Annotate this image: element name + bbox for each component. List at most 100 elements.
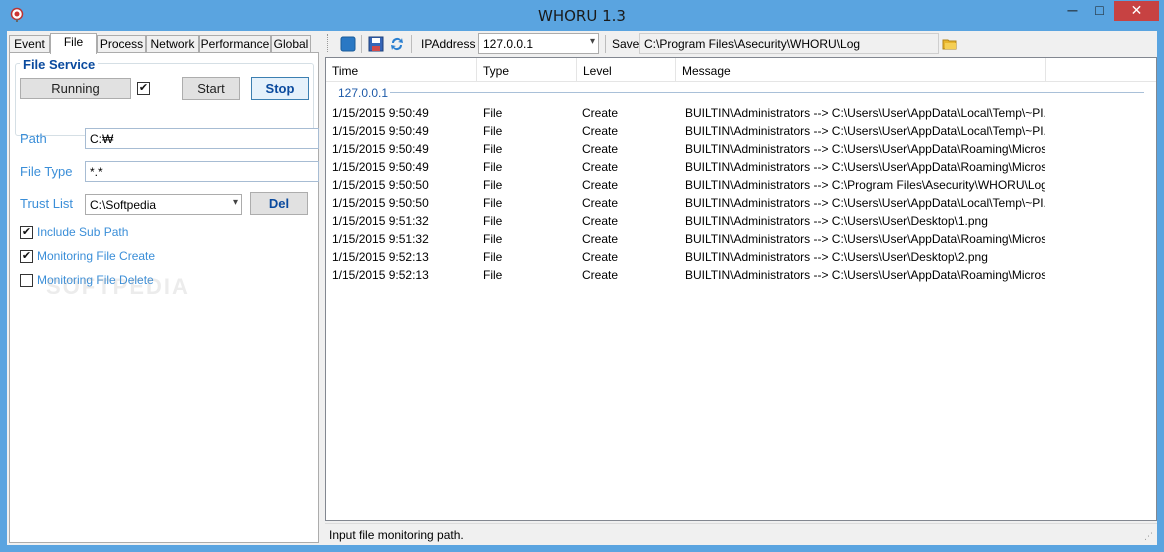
level-cell: Create [582,124,619,138]
stop-button[interactable]: Stop [251,77,309,100]
column-header-time[interactable]: Time [326,58,477,82]
status-bar: Input file monitoring path. ⋰ [325,523,1157,545]
level-cell: Create [582,268,619,282]
toolbar-separator [605,35,606,53]
maximize-button[interactable]: □ [1086,1,1113,21]
column-header-type[interactable]: Type [477,58,577,82]
save-disk-icon[interactable] [368,36,384,52]
table-row[interactable]: 1/15/2015 9:52:13 File Create BUILTIN\Admin… [326,248,1156,266]
time-cell: 1/15/2015 9:50:49 [332,106,429,120]
tab-event[interactable]: Event [9,35,50,53]
log-list-view[interactable]: Time Type Level Message 127.0.0.1 1/15/2… [325,57,1157,521]
type-cell: File [483,214,503,228]
time-cell: 1/15/2015 9:52:13 [332,268,429,282]
file-tab-page: File Service Running ✔ Start Stop Path C… [9,52,319,543]
include-sub-path-checkbox[interactable]: ✔ [20,226,33,239]
tab-process[interactable]: Process [97,35,146,53]
tab-global[interactable]: Global [271,35,311,53]
close-button[interactable]: ✕ [1114,1,1159,21]
stop-square-icon[interactable] [340,36,356,52]
softpedia-watermark: SOFTPEDIA [46,274,190,299]
column-header-level[interactable]: Level [577,58,676,82]
folder-open-icon[interactable] [942,36,958,52]
level-cell: Create [582,142,619,156]
right-panel: IPAddress 127.0.0.1 ▾ Save C:\Program Fi… [325,31,1157,545]
time-cell: 1/15/2015 9:50:49 [332,160,429,174]
table-row[interactable]: 1/15/2015 9:50:50 File Create BUILTIN\Admin… [326,176,1156,194]
tab-network[interactable]: Network [146,35,199,53]
file-service-title: File Service [20,57,99,72]
level-cell: Create [582,160,619,174]
message-cell: BUILTIN\Administrators --> C:\Users\User… [685,232,1045,246]
ip-address-label: IPAddress [421,37,476,51]
time-cell: 1/15/2015 9:50:50 [332,196,429,210]
save-path-field[interactable]: C:\Program Files\Asecurity\WHORU\Log [639,33,939,54]
trust-list-value: C:\Softpedia [90,198,157,212]
client-area: Event File Process Network Performance G… [7,31,1157,545]
type-cell: File [483,232,503,246]
table-row[interactable]: 1/15/2015 9:50:49 File Create BUILTIN\Admin… [326,104,1156,122]
file-type-label: File Type [20,164,73,179]
tab-file[interactable]: File [50,33,97,54]
type-cell: File [483,178,503,192]
message-cell: BUILTIN\Administrators --> C:\Users\User… [685,214,988,228]
message-cell: BUILTIN\Administrators --> C:\Users\User… [685,142,1045,156]
type-cell: File [483,124,503,138]
type-cell: File [483,142,503,156]
message-cell: BUILTIN\Administrators --> C:\Users\User… [685,160,1045,174]
table-row[interactable]: 1/15/2015 9:50:49 File Create BUILTIN\Admin… [326,158,1156,176]
message-cell: BUILTIN\Administrators --> C:\Users\User… [685,124,1045,138]
message-cell: BUILTIN\Administrators --> C:\Users\User… [685,106,1045,120]
column-header-message[interactable]: Message [676,58,1046,82]
title-bar[interactable]: WHORU 1.3 ─ □ ✕ [0,0,1164,31]
time-cell: 1/15/2015 9:50:49 [332,142,429,156]
toolbar-separator [361,35,362,53]
message-cell: BUILTIN\Administrators --> C:\Users\User… [685,250,988,264]
message-cell: BUILTIN\Administrators --> C:\Users\User… [685,196,1045,210]
level-cell: Create [582,106,619,120]
level-cell: Create [582,178,619,192]
start-button[interactable]: Start [182,77,240,100]
log-group-divider [390,92,1144,93]
table-row[interactable]: 1/15/2015 9:50:49 File Create BUILTIN\Admin… [326,140,1156,158]
minimize-button[interactable]: ─ [1059,1,1086,21]
ip-address-value: 127.0.0.1 [483,37,534,51]
table-row[interactable]: 1/15/2015 9:52:13 File Create BUILTIN\Admin… [326,266,1156,284]
service-enabled-checkbox[interactable]: ✔ [137,82,150,95]
trust-list-label: Trust List [20,196,73,211]
time-cell: 1/15/2015 9:52:13 [332,250,429,264]
trust-list-select[interactable]: C:\Softpedia ▾ [85,194,242,215]
tab-performance[interactable]: Performance [199,35,271,53]
log-group-header[interactable]: 127.0.0.1 [338,86,388,100]
table-row[interactable]: 1/15/2015 9:51:32 File Create BUILTIN\Admin… [326,230,1156,248]
log-list-header: Time Type Level Message [326,58,1156,82]
time-cell: 1/15/2015 9:51:32 [332,214,429,228]
monitoring-file-create-checkbox[interactable]: ✔ [20,250,33,263]
toolbar-separator [411,35,412,53]
table-row[interactable]: 1/15/2015 9:50:49 File Create BUILTIN\Admin… [326,122,1156,140]
chevron-down-icon: ▾ [589,36,595,47]
del-button[interactable]: Del [250,192,308,215]
time-cell: 1/15/2015 9:50:49 [332,124,429,138]
path-field[interactable]: C:₩ [85,128,319,149]
app-window: WHORU 1.3 ─ □ ✕ Event File Process Netwo… [0,0,1164,552]
table-row[interactable]: 1/15/2015 9:51:32 File Create BUILTIN\Admin… [326,212,1156,230]
type-cell: File [483,196,503,210]
monitoring-file-delete-checkbox[interactable] [20,274,33,287]
time-cell: 1/15/2015 9:50:50 [332,178,429,192]
table-row[interactable]: 1/15/2015 9:50:50 File Create BUILTIN\Admin… [326,194,1156,212]
file-type-field[interactable]: *.* [85,161,319,182]
toolbar-grip[interactable] [327,34,330,52]
resize-grip-icon[interactable]: ⋰ [1144,532,1154,542]
ip-address-select[interactable]: 127.0.0.1 ▾ [478,33,599,54]
save-label: Save [612,37,640,51]
level-cell: Create [582,232,619,246]
file-service-group: File Service Running ✔ Start Stop [15,57,314,136]
type-cell: File [483,106,503,120]
chevron-down-icon: ▾ [232,197,238,208]
status-running-button[interactable]: Running [20,78,131,99]
type-cell: File [483,268,503,282]
type-cell: File [483,160,503,174]
monitoring-file-create-label: Monitoring File Create [37,249,156,263]
refresh-icon[interactable] [389,36,405,52]
